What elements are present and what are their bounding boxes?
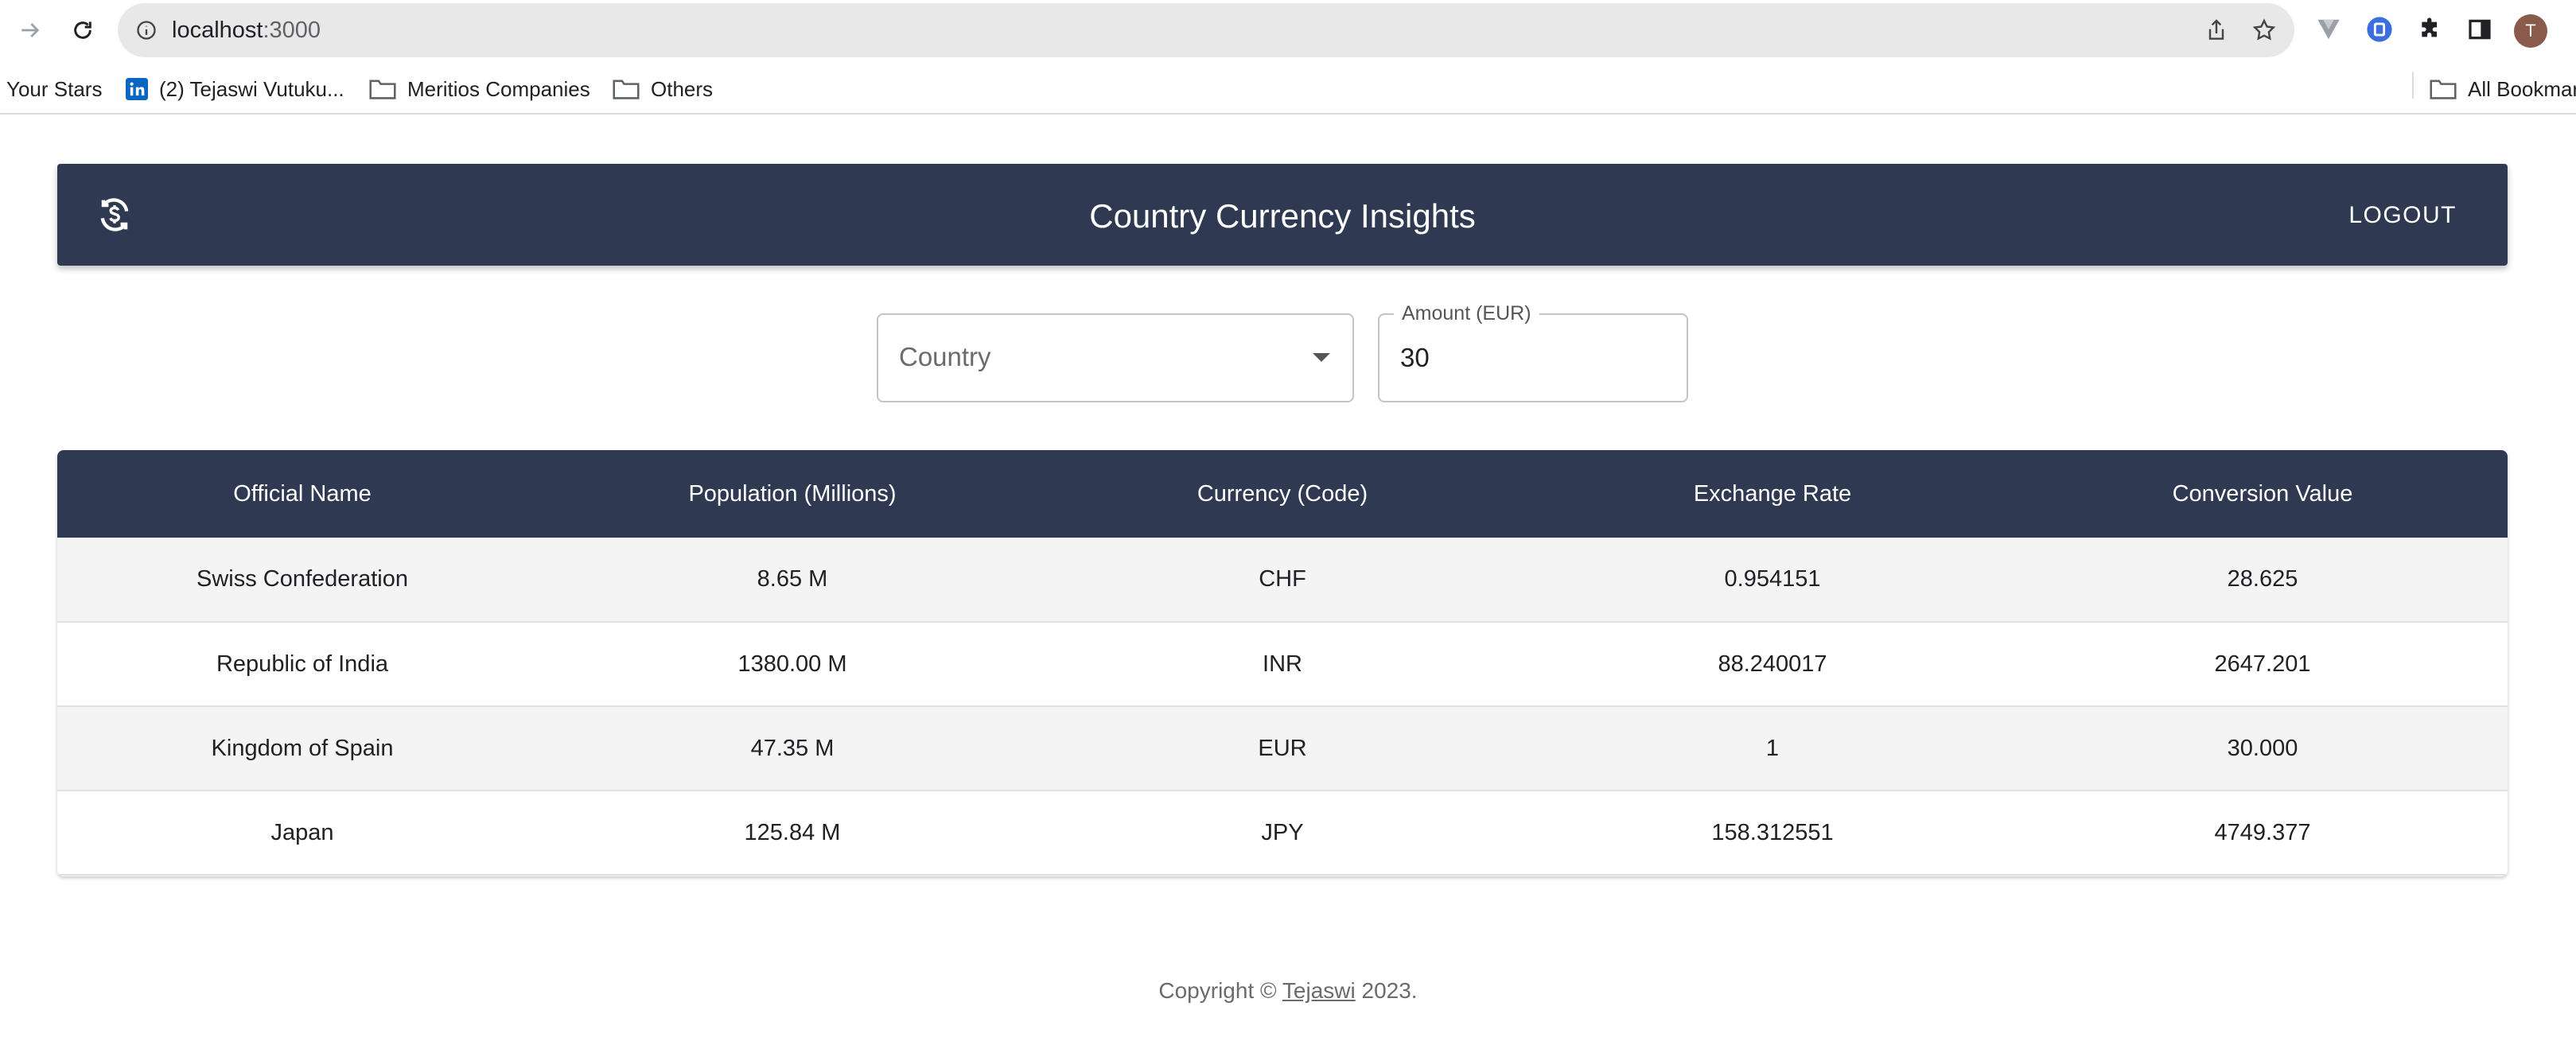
vuetify-extension-icon[interactable]	[2315, 16, 2342, 43]
country-select[interactable]: Country	[877, 313, 1354, 402]
extension-blue-icon[interactable]	[2366, 16, 2393, 43]
chevron-down-icon[interactable]	[1313, 353, 1330, 362]
column-header-population: Population (Millions)	[547, 450, 1037, 538]
linkedin-icon	[126, 78, 148, 100]
table-row: Kingdom of Spain 47.35 M EUR 1 30.000	[57, 706, 2508, 791]
side-panel-icon[interactable]	[2466, 16, 2493, 43]
logout-button[interactable]: LOGOUT	[2348, 202, 2457, 229]
cell-currency: EUR	[1037, 706, 1527, 791]
cell-official-name: Kingdom of Spain	[57, 706, 547, 791]
table-header-row: Official Name Population (Millions) Curr…	[57, 450, 2508, 538]
table-row: Republic of India 1380.00 M INR 88.24001…	[57, 622, 2508, 707]
amount-input[interactable]	[1400, 339, 1663, 377]
bookmark-linkedin[interactable]: (2) Tejaswi Vutuku...	[126, 73, 344, 105]
cell-official-name: Swiss Confederation	[57, 538, 547, 623]
cell-conversion-value: 4749.377	[2018, 791, 2508, 876]
table-row: Japan 125.84 M JPY 158.312551 4749.377	[57, 791, 2508, 876]
bookmarks-bar: Your Stars (2) Tejaswi Vutuku... Meritio…	[0, 64, 2576, 115]
column-header-currency: Currency (Code)	[1037, 450, 1527, 538]
star-icon[interactable]	[2251, 17, 2277, 43]
footer: Copyright © Tejaswi 2023.	[0, 978, 2576, 1004]
cell-exchange-rate: 1	[1527, 706, 2018, 791]
currency-table: Official Name Population (Millions) Curr…	[57, 450, 2508, 876]
all-bookmarks[interactable]: All Bookmar	[2430, 73, 2576, 105]
table-row: Swiss Confederation 8.65 M CHF 0.954151 …	[57, 538, 2508, 623]
cell-conversion-value: 2647.201	[2018, 622, 2508, 707]
copyright-prefix: Copyright ©	[1158, 978, 1277, 1003]
amount-field: Amount (EUR)	[1378, 302, 1688, 402]
browser-toolbar: localhost:3000 T	[0, 0, 2576, 60]
cell-currency: INR	[1037, 622, 1527, 707]
app-title: Country Currency Insights	[1089, 197, 1476, 235]
puzzle-icon[interactable]	[2417, 16, 2444, 43]
cell-exchange-rate: 158.312551	[1527, 791, 2018, 876]
cell-population: 8.65 M	[547, 538, 1037, 623]
folder-icon	[369, 80, 396, 99]
cell-population: 1380.00 M	[547, 622, 1037, 707]
column-header-exchange-rate: Exchange Rate	[1527, 450, 2018, 538]
cell-conversion-value: 30.000	[2018, 706, 2508, 791]
url-text: localhost:3000	[172, 17, 321, 43]
amount-label: Amount (EUR)	[1394, 302, 1539, 325]
share-icon[interactable]	[2204, 17, 2229, 43]
profile-avatar[interactable]: T	[2514, 14, 2547, 48]
cell-population: 47.35 M	[547, 706, 1037, 791]
site-info-icon[interactable]	[135, 19, 158, 41]
app-header: Country Currency Insights LOGOUT	[57, 164, 2508, 266]
bookmark-others[interactable]: Others	[613, 73, 713, 105]
author-link[interactable]: Tejaswi	[1282, 978, 1356, 1003]
column-header-official-name: Official Name	[57, 450, 547, 538]
cell-currency: JPY	[1037, 791, 1527, 876]
reload-icon[interactable]	[64, 11, 102, 49]
column-header-conversion-value: Conversion Value	[2018, 450, 2508, 538]
cell-population: 125.84 M	[547, 791, 1037, 876]
bookmark-meritios[interactable]: Meritios Companies	[369, 73, 590, 105]
address-bar[interactable]: localhost:3000	[118, 3, 2294, 57]
cell-exchange-rate: 88.240017	[1527, 622, 2018, 707]
bookmark-your-stars[interactable]: Your Stars	[6, 73, 102, 105]
folder-icon	[2430, 80, 2457, 99]
bookmarks-divider	[2412, 72, 2414, 99]
country-placeholder: Country	[899, 342, 991, 371]
cell-exchange-rate: 0.954151	[1527, 538, 2018, 623]
cell-conversion-value: 28.625	[2018, 538, 2508, 623]
cell-official-name: Japan	[57, 791, 547, 876]
cell-official-name: Republic of India	[57, 622, 547, 707]
copyright-year: 2023.	[1361, 978, 1418, 1003]
cell-currency: CHF	[1037, 538, 1527, 623]
forward-icon[interactable]	[11, 11, 49, 49]
folder-icon	[613, 80, 640, 99]
